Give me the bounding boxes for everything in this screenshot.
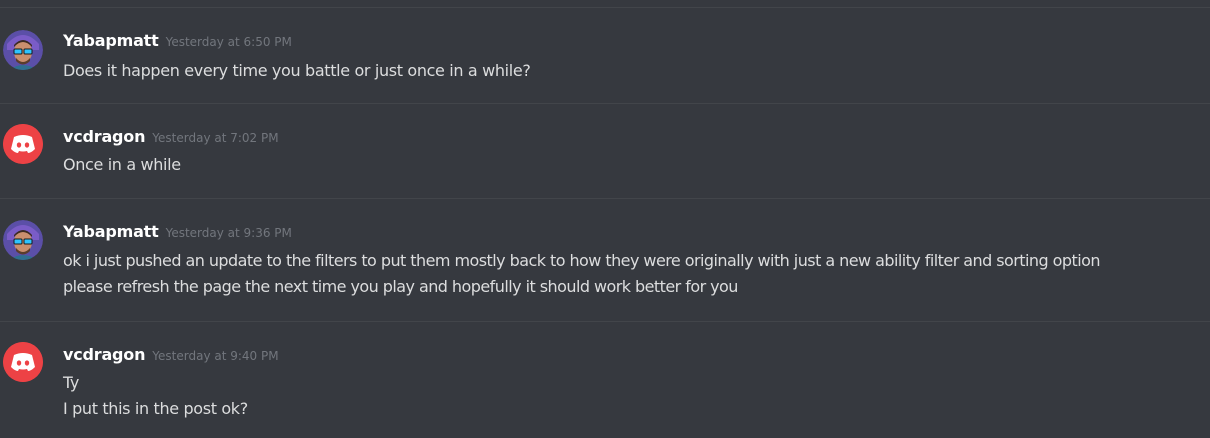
message-divider <box>0 103 1210 104</box>
message-header: Yabapmatt Yesterday at 9:36 PM <box>63 222 292 241</box>
timestamp[interactable]: Yesterday at 9:40 PM <box>152 349 278 363</box>
message-divider <box>0 7 1210 8</box>
message-text: please refresh the page the next time yo… <box>63 277 738 296</box>
message-header: Yabapmatt Yesterday at 6:50 PM <box>63 31 292 50</box>
message-text: Once in a while <box>63 155 181 174</box>
message-divider <box>0 198 1210 199</box>
discord-default-avatar-icon[interactable] <box>3 124 43 164</box>
username[interactable]: vcdragon <box>63 127 145 146</box>
message-text: Does it happen every time you battle or … <box>63 61 531 80</box>
message-divider <box>0 321 1210 322</box>
username[interactable]: vcdragon <box>63 345 145 364</box>
timestamp[interactable]: Yesterday at 6:50 PM <box>166 35 292 49</box>
user-portrait-avatar-icon[interactable] <box>3 30 43 70</box>
username[interactable]: Yabapmatt <box>63 222 159 241</box>
message-text: I put this in the post ok? <box>63 399 248 418</box>
message-content: Once in a while <box>63 152 181 178</box>
timestamp[interactable]: Yesterday at 9:36 PM <box>166 226 292 240</box>
message-content: Ty I put this in the post ok? <box>63 370 248 422</box>
message-text: ok i just pushed an update to the filter… <box>63 251 1101 270</box>
message-header: vcdragon Yesterday at 9:40 PM <box>63 345 279 364</box>
timestamp[interactable]: Yesterday at 7:02 PM <box>152 131 278 145</box>
user-portrait-avatar-icon[interactable] <box>3 220 43 260</box>
message-content: ok i just pushed an update to the filter… <box>63 248 1101 300</box>
discord-default-avatar-icon[interactable] <box>3 342 43 382</box>
message-header: vcdragon Yesterday at 7:02 PM <box>63 127 279 146</box>
message-text: Ty <box>63 373 80 392</box>
username[interactable]: Yabapmatt <box>63 31 159 50</box>
message-content: Does it happen every time you battle or … <box>63 58 531 84</box>
